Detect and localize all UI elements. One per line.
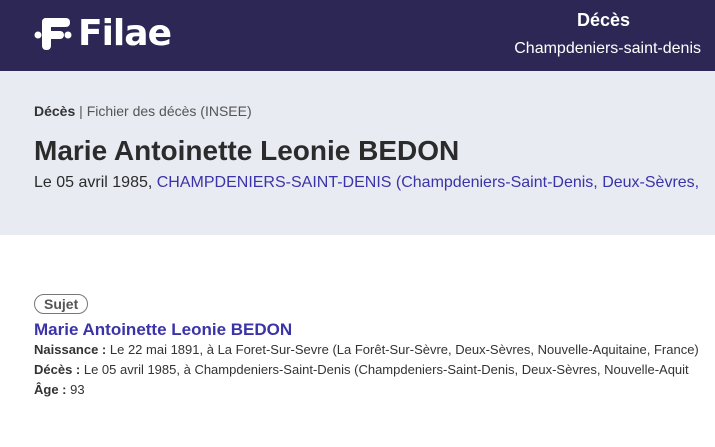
breadcrumb-section[interactable]: Décès [34, 103, 75, 119]
age-value: 93 [66, 382, 85, 397]
birth-label: Naissance : [34, 342, 107, 357]
site-header: Filae Décès Champdeniers-saint-denis [0, 0, 715, 71]
breadcrumb-separator: | [75, 103, 87, 119]
death-fact: Décès : Le 05 avril 1985, à Champdeniers… [34, 360, 715, 380]
subject-badge: Sujet [34, 294, 89, 314]
logo-wordmark: Filae [78, 13, 172, 54]
death-summary: Le 05 avril 1985, CHAMPDENIERS-SAINT-DEN… [34, 174, 699, 192]
filae-logo[interactable]: Filae [34, 13, 172, 54]
death-value: Le 05 avril 1985, à Champdeniers-Saint-D… [80, 362, 689, 377]
breadcrumb-current: Fichier des décès (INSEE) [86, 103, 252, 119]
birth-value: Le 22 mai 1891, à La Foret-Sur-Sevre (La… [106, 342, 699, 357]
person-name-link[interactable]: Marie Antoinette Leonie BEDON [34, 320, 715, 340]
birth-fact: Naissance : Le 22 mai 1891, à La Foret-S… [34, 340, 715, 360]
page-title: Marie Antoinette Leonie BEDON [34, 135, 460, 166]
record-hero: Décès | Fichier des décès (INSEE) Marie … [0, 71, 715, 235]
age-label: Âge : [34, 382, 67, 397]
death-date: Le 05 avril 1985, [34, 174, 157, 191]
filae-logo-icon [34, 18, 72, 50]
death-place-link[interactable]: CHAMPDENIERS-SAINT-DENIS (Champdeniers-S… [157, 174, 699, 191]
header-subtitle: Champdeniers-saint-denis [514, 40, 701, 57]
age-fact: Âge : 93 [34, 380, 715, 400]
record-details: Sujet Marie Antoinette Leonie BEDON Nais… [34, 294, 715, 400]
header-title: Décès [576, 10, 630, 30]
death-label: Décès : [34, 362, 81, 377]
breadcrumb: Décès | Fichier des décès (INSEE) [34, 103, 252, 119]
